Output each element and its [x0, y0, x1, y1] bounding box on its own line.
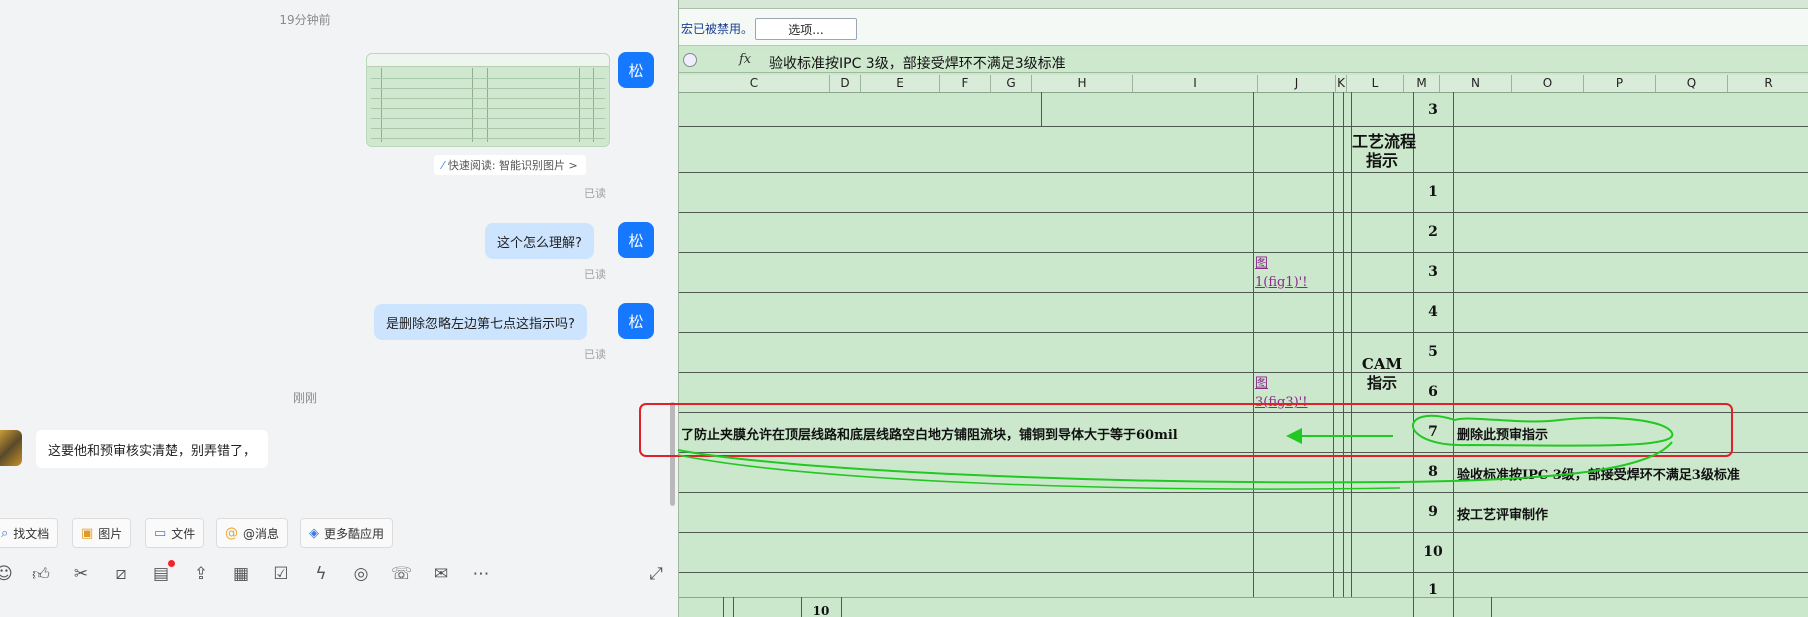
image-label: 图片: [98, 526, 123, 541]
step-number: 8: [1428, 464, 1438, 480]
spreadsheet-window: 宏已被禁用。 选项... fx 验收标准按IPC 3级，部接受焊环不满足3级标准…: [678, 0, 1808, 617]
step-number: 3: [1428, 264, 1438, 280]
cam-instruction-header: CAM 指示: [1361, 355, 1403, 392]
contact-avatar[interactable]: [0, 430, 22, 466]
column-header[interactable]: E: [861, 75, 940, 93]
quick-read-label: 快速阅读: 智能识别图片 >: [447, 159, 578, 172]
apps-icon: ◈: [309, 525, 319, 541]
quick-read-button[interactable]: ⁄ 快速阅读: 智能识别图片 >: [434, 155, 586, 175]
phone-icon[interactable]: ☏: [391, 564, 412, 584]
scissors-icon[interactable]: ✂: [71, 564, 91, 584]
column-header[interactable]: C: [679, 75, 830, 93]
ribbon-edge: [679, 0, 1808, 9]
name-box-handle[interactable]: [683, 53, 697, 67]
chat-bubble[interactable]: 是删除忽略左边第七点这指示吗?: [374, 304, 587, 340]
more-icon[interactable]: ⋯: [471, 564, 491, 584]
process-instruction-header: 工艺流程 指示: [1352, 132, 1417, 170]
cell-row9-instruction[interactable]: 按工艺评审制作: [1457, 504, 1548, 523]
headset-icon[interactable]: ◎: [351, 564, 371, 584]
incoming-chat-bubble[interactable]: 这要他和预审核实清楚，别弄错了，: [36, 430, 269, 468]
column-header[interactable]: P: [1584, 75, 1656, 93]
more-apps-button[interactable]: ◈ 更多酷应用: [300, 518, 394, 548]
mention-label: @消息: [243, 526, 280, 541]
doc-add-icon[interactable]: ▤: [151, 564, 171, 584]
mention-button[interactable]: @ @消息: [216, 518, 289, 548]
thumbs-up-icon[interactable]: 👍︎: [31, 564, 51, 585]
column-header[interactable]: I: [1133, 75, 1258, 93]
image-message-thumbnail[interactable]: [366, 53, 610, 147]
timestamp: 19分钟前: [279, 13, 331, 27]
slash-icon[interactable]: ⧄: [111, 564, 131, 584]
column-header[interactable]: D: [830, 75, 861, 93]
at-icon: @: [225, 525, 238, 541]
options-button[interactable]: 选项...: [755, 18, 857, 40]
chat-bubble[interactable]: 这个怎么理解?: [485, 223, 594, 259]
column-header[interactable]: F: [940, 75, 991, 93]
timestamp: 刚刚: [292, 391, 317, 405]
cell-row7-action[interactable]: 删除此预审指示: [1457, 424, 1548, 443]
step-number: 2: [1428, 224, 1438, 240]
checkbox-icon[interactable]: ☑: [271, 564, 291, 584]
user-avatar[interactable]: 松: [618, 222, 654, 258]
message-text: 这要他和预审核实清楚，别弄错了，: [48, 443, 257, 459]
emoji-icon[interactable]: ☺: [0, 564, 14, 584]
file-label: 文件: [171, 526, 196, 541]
find-doc-label: 找文档: [13, 526, 50, 541]
more-apps-label: 更多酷应用: [324, 526, 385, 541]
read-status: 已读: [584, 187, 606, 200]
column-header[interactable]: H: [1032, 75, 1133, 93]
step-number: 4: [1428, 304, 1438, 320]
step-number: 10: [1423, 544, 1443, 560]
step-number: 1: [1428, 184, 1438, 200]
step-number: 5: [1428, 344, 1438, 360]
fx-icon[interactable]: fx: [739, 52, 751, 67]
calendar-icon[interactable]: ▦: [231, 564, 251, 584]
column-header[interactable]: M: [1404, 75, 1440, 93]
read-status: 已读: [584, 348, 606, 361]
step-number: 7: [1428, 424, 1438, 440]
step-number: 3: [1428, 102, 1438, 118]
column-header[interactable]: Q: [1656, 75, 1728, 93]
expand-icon[interactable]: ⤢: [646, 564, 666, 584]
column-header[interactable]: L: [1347, 75, 1404, 93]
notification-dot: [168, 560, 175, 567]
cell-row7-instruction[interactable]: 了防止夹膜允许在顶层线路和底层线路空白地方铺阻流块，铺铜到导体大于等于60mil: [681, 424, 1178, 443]
step-number: 6: [1428, 384, 1438, 400]
column-header[interactable]: O: [1512, 75, 1584, 93]
message-text: 这个怎么理解?: [497, 235, 582, 251]
read-status: 已读: [584, 268, 606, 281]
chat-scrollbar[interactable]: [670, 402, 675, 506]
step-number: 1: [1428, 582, 1438, 598]
message-text: 是删除忽略左边第七点这指示吗?: [386, 316, 575, 332]
column-header[interactable]: J: [1258, 75, 1336, 93]
folder-icon: ▭: [154, 525, 167, 541]
formula-bar: fx 验收标准按IPC 3级，部接受焊环不满足3级标准: [679, 50, 1808, 73]
column-header[interactable]: G: [991, 75, 1032, 93]
cell-row8-instruction[interactable]: 验收标准按IPC 3级，部接受焊环不满足3级标准: [1457, 464, 1740, 483]
image-icon: ▣: [81, 525, 94, 541]
file-button[interactable]: ▭ 文件: [145, 518, 205, 548]
find-doc-button[interactable]: ⌕ 找文档: [0, 518, 59, 548]
security-message: 宏已被禁用。: [681, 22, 754, 36]
column-header[interactable]: R: [1728, 75, 1808, 93]
column-header[interactable]: K: [1336, 75, 1347, 93]
magic-wand-icon: ⁄: [442, 158, 444, 172]
user-avatar[interactable]: 松: [618, 52, 654, 88]
step-number: 9: [1428, 504, 1438, 520]
search-doc-icon: ⌕: [1, 525, 9, 541]
security-message-bar: 宏已被禁用。 选项...: [679, 9, 1808, 46]
row-number: 10: [812, 604, 830, 617]
image-button[interactable]: ▣ 图片: [72, 518, 132, 548]
lightning-icon[interactable]: ϟ: [311, 564, 331, 584]
upload-icon[interactable]: ⇪: [191, 564, 211, 584]
column-header[interactable]: N: [1440, 75, 1512, 93]
formula-input[interactable]: 验收标准按IPC 3级，部接受焊环不满足3级标准: [769, 53, 1066, 73]
user-avatar[interactable]: 松: [618, 303, 654, 339]
fig3-link[interactable]: 图 3(fig3)'!: [1255, 374, 1307, 412]
chat-panel: 19分钟前 松 ⁄ 快速阅读: 智能识别图片 > 已读 这个怎么理解? 松 已读…: [0, 0, 678, 617]
fig1-link[interactable]: 图 1(fig1)'!: [1255, 254, 1307, 292]
mail-icon[interactable]: ✉: [431, 564, 451, 584]
